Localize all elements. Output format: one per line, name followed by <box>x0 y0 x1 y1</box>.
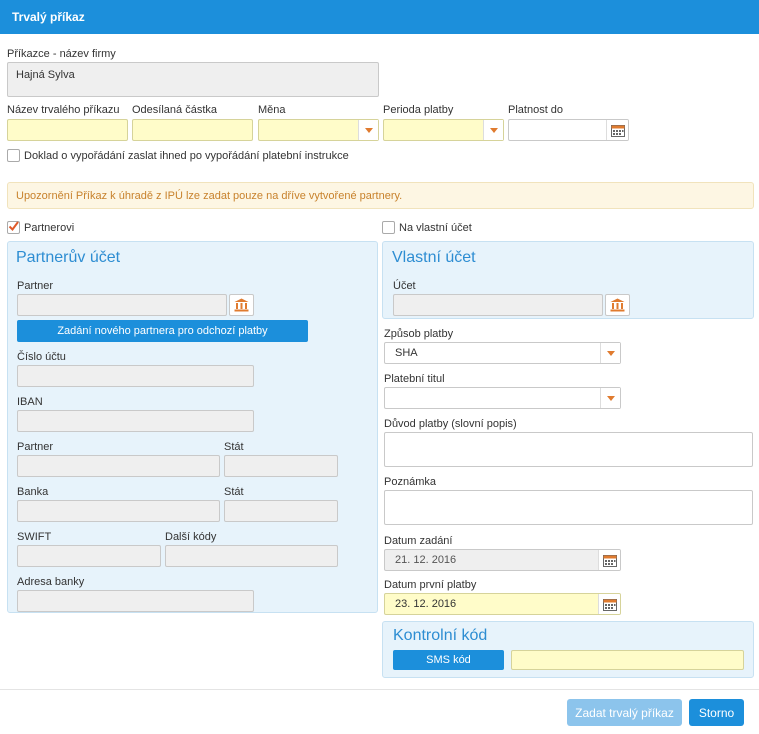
footer-divider <box>0 689 759 690</box>
warning-banner: Upozornění Příkaz k úhradě z IPÚ lze zad… <box>7 182 754 209</box>
own-panel-title: Vlastní účet <box>392 249 476 266</box>
confirmation-label: Doklad o vypořádání zaslat ihned po vypo… <box>24 150 349 162</box>
state-input[interactable] <box>224 455 338 477</box>
first-payment-date-label: Datum první platby <box>384 579 477 591</box>
other-codes-label: Další kódy <box>165 531 217 543</box>
payment-reason-textarea[interactable] <box>384 432 753 467</box>
bank-address-label: Adresa banky <box>17 576 85 588</box>
account-number-input[interactable] <box>17 365 254 387</box>
payment-title-label: Platební titul <box>384 373 445 385</box>
cancel-button[interactable]: Storno <box>689 699 744 726</box>
partner-label: Partner <box>17 280 54 292</box>
partner-panel-title: Partnerův účet <box>16 249 121 266</box>
payment-title-select[interactable] <box>384 387 621 409</box>
bank-input[interactable] <box>17 500 220 522</box>
note-label: Poznámka <box>384 476 436 488</box>
partner-input[interactable] <box>17 294 227 316</box>
submit-order-button[interactable]: Zadat trvalý příkaz <box>567 699 682 726</box>
bank-state-label: Stát <box>224 486 244 498</box>
own-account-checkbox[interactable] <box>382 221 395 234</box>
warning-text: Upozornění Příkaz k úhradě z IPÚ lze zad… <box>16 190 403 202</box>
period-label: Perioda platby <box>383 104 454 116</box>
partner-checkbox[interactable] <box>7 221 20 234</box>
calendar-icon[interactable] <box>598 550 620 570</box>
new-partner-button[interactable]: Zadání nového partnera pro odchozí platb… <box>17 320 308 342</box>
period-select[interactable] <box>383 119 504 141</box>
valid-to-label: Platnost do <box>508 104 564 116</box>
sms-code-input[interactable] <box>511 650 744 670</box>
currency-label: Měna <box>258 104 286 116</box>
payment-reason-label: Důvod platby (slovní popis) <box>384 418 517 430</box>
payment-method-select[interactable]: SHA <box>384 342 621 364</box>
iban-input[interactable] <box>17 410 254 432</box>
payer-label: Příkazce - název firmy <box>7 48 116 60</box>
dialog-title: Trvalý příkaz <box>0 0 759 34</box>
partner-option-label: Partnerovi <box>24 222 75 234</box>
partner-name-input[interactable] <box>17 455 220 477</box>
bank-address-input[interactable] <box>17 590 254 612</box>
payment-method-value: SHA <box>395 347 418 359</box>
account-number-label: Číslo účtu <box>17 351 66 363</box>
own-account-input[interactable] <box>393 294 603 316</box>
currency-select[interactable] <box>258 119 379 141</box>
own-account-label: Na vlastní účet <box>399 222 472 234</box>
chevron-down-icon[interactable] <box>600 343 620 363</box>
partner-name-label: Partner <box>17 441 54 453</box>
payment-method-label: Způsob platby <box>384 328 454 340</box>
first-payment-date-value: 23. 12. 2016 <box>395 598 457 610</box>
bank-icon[interactable] <box>229 294 254 316</box>
bank-icon[interactable] <box>605 294 630 316</box>
order-name-label: Název trvalého příkazu <box>7 104 120 116</box>
confirmation-checkbox[interactable] <box>7 149 20 162</box>
bank-state-input[interactable] <box>224 500 338 522</box>
order-name-input[interactable] <box>7 119 128 141</box>
sms-code-button[interactable]: SMS kód <box>393 650 504 670</box>
bank-label: Banka <box>17 486 49 498</box>
other-codes-input[interactable] <box>165 545 338 567</box>
swift-label: SWIFT <box>17 531 52 543</box>
amount-label: Odesílaná částka <box>132 104 217 116</box>
entry-date-label: Datum zadání <box>384 535 453 547</box>
state-label: Stát <box>224 441 244 453</box>
swift-input[interactable] <box>17 545 161 567</box>
first-payment-date-input[interactable]: 23. 12. 2016 <box>384 593 621 615</box>
calendar-icon[interactable] <box>606 120 628 140</box>
iban-label: IBAN <box>17 396 43 408</box>
checkmark-icon <box>8 221 19 232</box>
control-code-title: Kontrolní kód <box>393 627 488 644</box>
chevron-down-icon[interactable] <box>600 388 620 408</box>
note-textarea[interactable] <box>384 490 753 525</box>
entry-date-value: 21. 12. 2016 <box>395 554 457 566</box>
own-account-field-label: Účet <box>393 280 416 292</box>
chevron-down-icon[interactable] <box>358 120 378 140</box>
payer-field: Hajná Sylva <box>7 62 379 97</box>
entry-date-input: 21. 12. 2016 <box>384 549 621 571</box>
amount-input[interactable] <box>132 119 253 141</box>
chevron-down-icon[interactable] <box>483 120 503 140</box>
valid-to-input[interactable] <box>508 119 629 141</box>
calendar-icon[interactable] <box>598 594 620 614</box>
